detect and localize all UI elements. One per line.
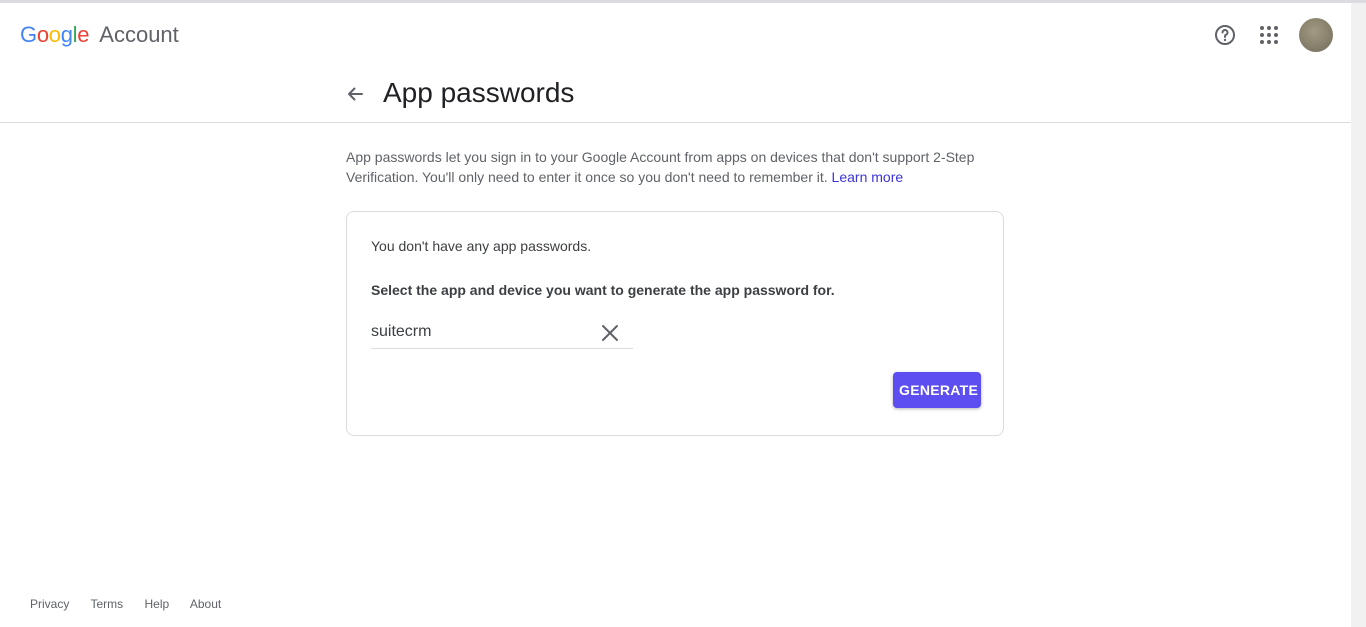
clear-button[interactable]: [601, 324, 619, 342]
google-wordmark: Google: [20, 22, 95, 47]
no-passwords-message: You don't have any app passwords.: [371, 238, 592, 254]
page-title: App passwords: [383, 77, 575, 108]
logo-letter: o: [36, 22, 49, 47]
generate-button[interactable]: GENERATE: [893, 372, 981, 408]
app-passwords-card: You don't have any app passwords. Select…: [346, 211, 1004, 436]
logo-letter: e: [77, 22, 90, 47]
footer-link-privacy[interactable]: Privacy: [30, 597, 69, 611]
footer-link-about[interactable]: About: [190, 597, 221, 611]
logo-letter: o: [48, 22, 61, 47]
google-account-logo[interactable]: Google Account: [20, 22, 179, 48]
select-app-device-label: Select the app and device you want to ge…: [371, 282, 835, 298]
arrow-back-icon: [348, 87, 363, 101]
logo-letter: g: [60, 22, 73, 47]
page-scrollbar[interactable]: [1351, 3, 1366, 627]
page-description: App passwords let you sign in to your Go…: [346, 147, 1006, 187]
back-button[interactable]: [336, 75, 374, 113]
close-icon: [602, 325, 618, 341]
footer-links: Privacy Terms Help About: [30, 597, 239, 611]
app-header: Google Account: [0, 3, 1351, 67]
logo-letter: G: [20, 22, 37, 47]
logo-account-text: Account: [99, 22, 179, 47]
footer-link-help[interactable]: Help: [144, 597, 169, 611]
help-circle-icon: [1215, 25, 1235, 45]
apps-grid-icon: [1260, 26, 1278, 44]
app-name-field: [371, 316, 633, 349]
page-title-bar: App passwords: [0, 67, 1351, 123]
account-avatar[interactable]: [1299, 18, 1333, 52]
app-name-input[interactable]: [371, 320, 591, 344]
help-button[interactable]: [1205, 15, 1245, 55]
apps-button[interactable]: [1249, 15, 1289, 55]
learn-more-link[interactable]: Learn more: [832, 169, 904, 185]
footer-link-terms[interactable]: Terms: [90, 597, 123, 611]
